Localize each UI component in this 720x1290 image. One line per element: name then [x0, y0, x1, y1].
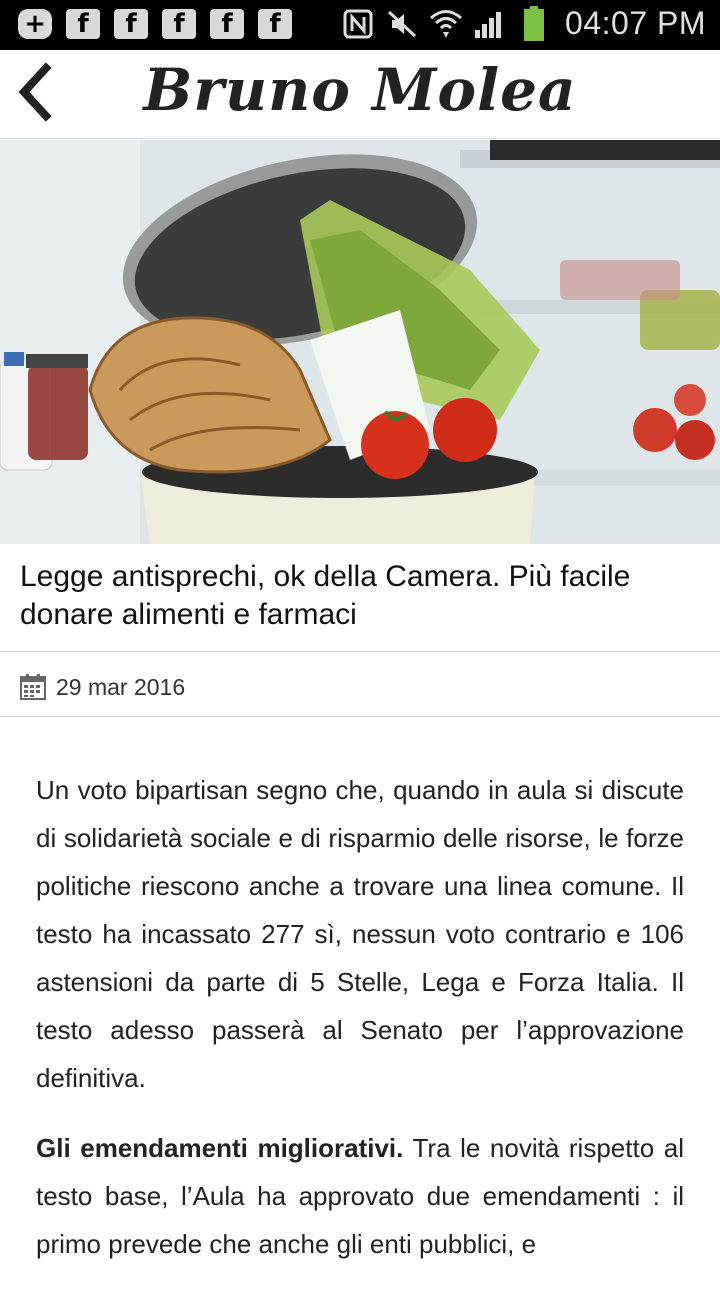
mute-icon: [385, 7, 419, 41]
article-body: Un voto bipartisan segno che, quando in …: [36, 766, 684, 1290]
system-icons: 04:07 PM: [341, 5, 706, 42]
article-paragraph: Un voto bipartisan segno che, quando in …: [36, 775, 684, 1093]
notification-icons: + f f f f f: [18, 9, 292, 39]
hero-image: [0, 140, 720, 544]
article-date-row: 29 mar 2016: [20, 670, 185, 704]
article-paragraph: Gli emendamenti migliorativi. Tra le nov…: [36, 1124, 684, 1268]
app-header: Bruno Molea: [0, 50, 720, 139]
divider: [0, 651, 720, 652]
food-in-trash-bin-photo: [0, 140, 720, 544]
status-bar: + f f f f f 04:07 PM: [0, 0, 720, 50]
nfc-icon: [341, 7, 375, 41]
facebook-icon: f: [66, 9, 100, 39]
paragraph-lead: Gli emendamenti migliorativi.: [36, 1133, 404, 1163]
battery-icon: [517, 5, 551, 41]
signal-icon: [473, 7, 507, 41]
facebook-icon: f: [210, 9, 244, 39]
wifi-icon: [429, 7, 463, 41]
calendar-icon: [20, 674, 46, 700]
facebook-icon: f: [114, 9, 148, 39]
clock: 04:07 PM: [565, 5, 706, 41]
article-date: 29 mar 2016: [56, 673, 186, 700]
divider: [0, 716, 720, 717]
facebook-icon: f: [162, 9, 196, 39]
plus-icon: +: [18, 9, 52, 39]
brand-logo: Bruno Molea: [143, 56, 577, 124]
article-title: Legge antisprechi, ok della Camera. Più …: [20, 560, 631, 631]
facebook-icon: f: [258, 9, 292, 39]
